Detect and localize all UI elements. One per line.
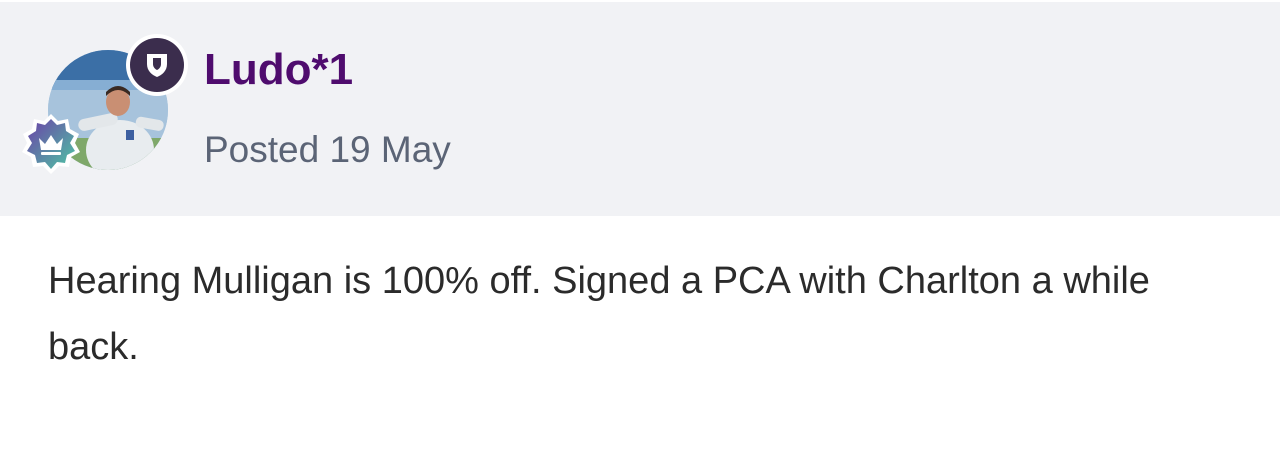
rank-badge[interactable]	[18, 112, 84, 178]
author-username[interactable]: Ludo*1	[204, 42, 353, 98]
post-header: Ludo*1 Posted 19 May	[0, 0, 1280, 216]
author-avatar-group[interactable]	[22, 34, 188, 174]
role-badge[interactable]	[126, 34, 188, 96]
shield-icon	[147, 54, 167, 77]
crown-icon	[22, 114, 80, 174]
forum-post: Ludo*1 Posted 19 May Hearing Mulligan is…	[0, 0, 1280, 470]
role-badge-circle	[130, 38, 184, 92]
post-date[interactable]: Posted 19 May	[204, 126, 451, 174]
post-content: Hearing Mulligan is 100% off. Signed a P…	[48, 260, 1150, 368]
